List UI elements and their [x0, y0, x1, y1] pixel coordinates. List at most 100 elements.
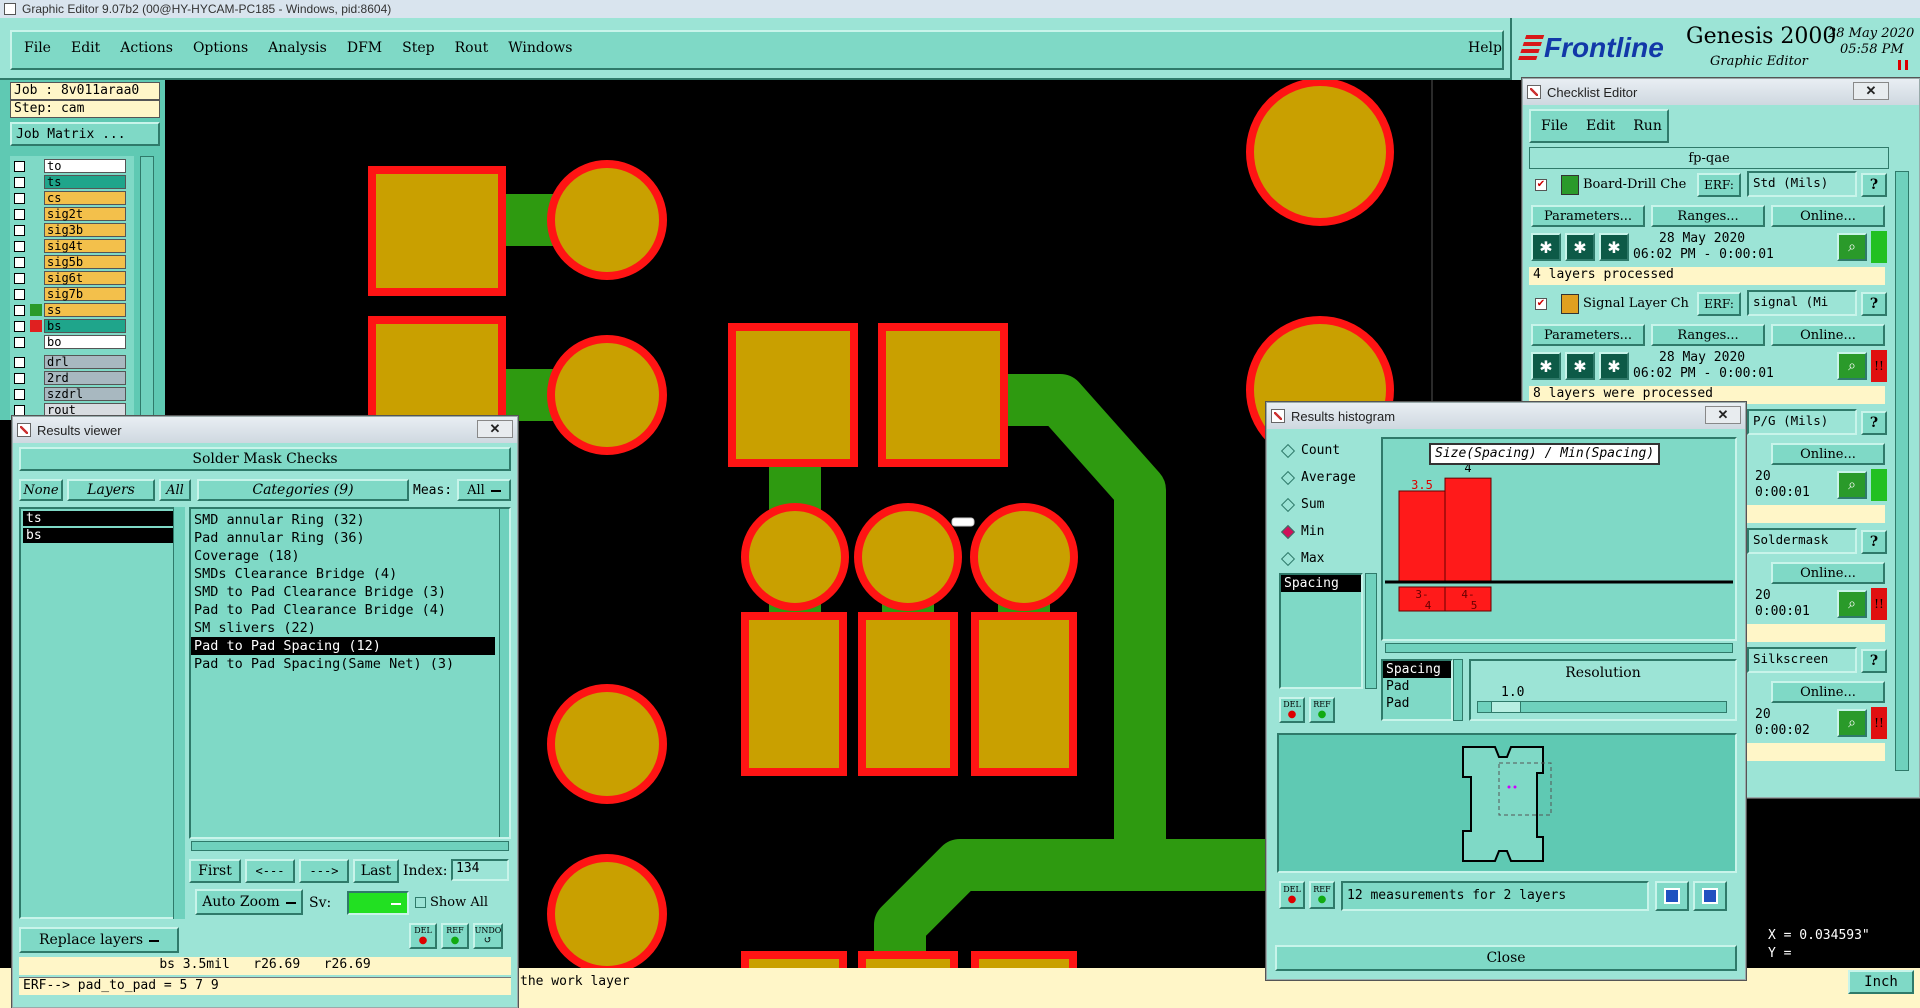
layer-checkbox[interactable]: [14, 288, 25, 300]
layer-checkbox[interactable]: [14, 192, 25, 204]
layer-row[interactable]: sig5b: [10, 254, 134, 270]
hist-ref-icon[interactable]: REF ●: [1309, 697, 1335, 723]
auto-zoom-dropdown[interactable]: Auto Zoom: [195, 889, 303, 915]
layer-name[interactable]: rout: [44, 403, 126, 417]
layer-row[interactable]: drl: [10, 354, 134, 370]
menu-file[interactable]: File: [24, 40, 51, 56]
layer-row[interactable]: ss: [10, 302, 134, 318]
snapshot-icon[interactable]: [1693, 881, 1727, 911]
menu-options[interactable]: Options: [193, 40, 248, 56]
histogram-bottom-scrollbar[interactable]: [1453, 659, 1463, 721]
category-item[interactable]: SMD annular Ring (32): [191, 511, 509, 529]
zoom-icon[interactable]: ⌕: [1837, 352, 1867, 380]
parameters-button[interactable]: Parameters...: [1531, 324, 1645, 346]
chart-hscrollbar[interactable]: [1385, 643, 1733, 653]
category-item[interactable]: Pad to Pad Spacing (12): [191, 637, 495, 655]
layer-name[interactable]: sig4t: [44, 239, 126, 253]
close-icon[interactable]: ✕: [477, 420, 513, 438]
histogram-attr-item[interactable]: Pad: [1383, 695, 1451, 712]
close-icon[interactable]: ✕: [1705, 406, 1741, 424]
online-button[interactable]: Online...: [1771, 562, 1885, 584]
layer-name[interactable]: sig2t: [44, 207, 126, 221]
menu-actions[interactable]: Actions: [120, 40, 173, 56]
preview-ref-icon[interactable]: REF ●: [1309, 881, 1335, 909]
erf-button[interactable]: ERF:: [1697, 292, 1741, 316]
histogram-attr-item[interactable]: Pad: [1383, 678, 1451, 695]
help-icon[interactable]: ?: [1861, 649, 1887, 673]
run-action-icon[interactable]: ✱: [1531, 233, 1561, 261]
layer-checkbox[interactable]: [14, 336, 25, 348]
mode-sum[interactable]: Sum: [1273, 491, 1377, 518]
online-button[interactable]: Online...: [1771, 681, 1885, 703]
layer-checkbox[interactable]: [14, 176, 25, 188]
layer-checkbox[interactable]: [14, 356, 25, 368]
first-button[interactable]: First: [189, 859, 241, 883]
layer-name[interactable]: sig6t: [44, 271, 126, 285]
layer-row[interactable]: cs: [10, 190, 134, 206]
layers-toggle-button[interactable]: Layers: [67, 479, 155, 501]
menu-analysis[interactable]: Analysis: [268, 40, 327, 56]
menu-windows[interactable]: Windows: [508, 40, 572, 56]
preview-del-icon[interactable]: DEL ●: [1279, 881, 1305, 909]
layer-row[interactable]: to: [10, 158, 134, 174]
layer-checkbox[interactable]: [14, 208, 25, 220]
categories-list[interactable]: SMD annular Ring (32) Pad annular Ring (3…: [189, 507, 511, 839]
layer-checkbox[interactable]: [14, 256, 25, 268]
layer-checkbox[interactable]: [14, 372, 25, 384]
menu-step[interactable]: Step: [402, 40, 434, 56]
layers-all-button[interactable]: All: [159, 479, 191, 501]
results-layer-list[interactable]: ts bs: [19, 507, 185, 919]
histogram-bar[interactable]: [1444, 477, 1492, 582]
online-button[interactable]: Online...: [1771, 443, 1885, 465]
layer-name[interactable]: sig3b: [44, 223, 126, 237]
layer-name[interactable]: bs: [44, 319, 126, 333]
del-icon[interactable]: DEL ●: [409, 923, 437, 949]
menu-edit[interactable]: Edit: [71, 40, 100, 56]
categories-scrollbar[interactable]: [499, 509, 509, 837]
layer-checkbox[interactable]: [14, 320, 25, 332]
categories-hscrollbar[interactable]: [191, 841, 509, 851]
run-action-icon[interactable]: ✱: [1565, 233, 1595, 261]
mode-average[interactable]: Average: [1273, 464, 1377, 491]
erf-button[interactable]: ERF:: [1697, 173, 1741, 197]
results-layer-item[interactable]: ts: [23, 511, 177, 526]
online-button[interactable]: Online...: [1771, 324, 1885, 346]
close-icon[interactable]: ✕: [1853, 82, 1889, 100]
mode-min[interactable]: Min: [1273, 518, 1377, 545]
checklist-menu-file[interactable]: File: [1541, 118, 1568, 134]
resolution-slider-thumb[interactable]: [1491, 701, 1521, 713]
layer-row[interactable]: sig3b: [10, 222, 134, 238]
action-checkbox[interactable]: ✔: [1535, 179, 1547, 191]
run-action-icon[interactable]: ✱: [1599, 352, 1629, 380]
checklist-menu-edit[interactable]: Edit: [1586, 118, 1615, 134]
layer-row[interactable]: sig4t: [10, 238, 134, 254]
layer-name[interactable]: sig7b: [44, 287, 126, 301]
layer-name[interactable]: cs: [44, 191, 126, 205]
histogram-bar[interactable]: [1398, 490, 1446, 582]
action-checkbox[interactable]: ✔: [1535, 298, 1547, 310]
histogram-left-list[interactable]: Spacing: [1279, 573, 1363, 689]
layer-row[interactable]: sig6t: [10, 270, 134, 286]
sv-color-dropdown[interactable]: [347, 891, 409, 915]
help-menu[interactable]: Help: [1468, 40, 1502, 56]
run-action-icon[interactable]: ✱: [1565, 352, 1595, 380]
last-button[interactable]: Last: [353, 859, 399, 883]
layer-name[interactable]: szdrl: [44, 387, 126, 401]
layer-name[interactable]: bo: [44, 335, 126, 349]
ref-icon[interactable]: REF ●: [441, 923, 469, 949]
ranges-button[interactable]: Ranges...: [1651, 205, 1765, 227]
categories-button[interactable]: Categories (9): [197, 479, 409, 501]
zoom-icon[interactable]: ⌕: [1837, 471, 1867, 499]
parameters-button[interactable]: Parameters...: [1531, 205, 1645, 227]
histogram-bottom-list[interactable]: Spacing Pad Pad: [1381, 659, 1453, 721]
layer-name[interactable]: to: [44, 159, 126, 173]
menu-rout[interactable]: Rout: [455, 40, 489, 56]
job-matrix-button[interactable]: Job Matrix ...: [10, 122, 160, 146]
run-action-icon[interactable]: ✱: [1599, 233, 1629, 261]
histogram-attr-item[interactable]: Spacing: [1383, 661, 1451, 678]
undo-icon[interactable]: UNDO ↺: [473, 923, 503, 949]
help-icon[interactable]: ?: [1861, 292, 1887, 316]
layer-row[interactable]: ts: [10, 174, 134, 190]
next-button[interactable]: --->: [299, 859, 349, 883]
layer-name[interactable]: ts: [44, 175, 126, 189]
